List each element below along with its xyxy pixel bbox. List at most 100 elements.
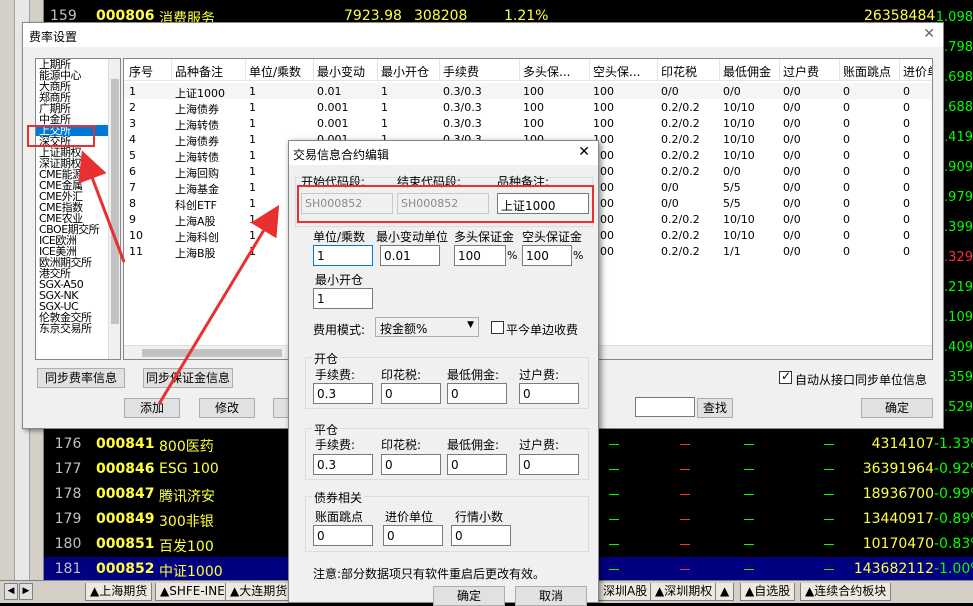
close-stamp-label: 印花税: [381,438,422,452]
quote-chg: -0.83% [934,536,973,552]
column-header[interactable]: 品种备注 [175,63,223,80]
column-separator[interactable] [171,59,172,81]
dash-placeholder [680,469,690,470]
column-header[interactable]: 最小变动 [317,63,365,80]
column-separator[interactable] [313,59,314,81]
price-unit-label: 进价单位 [385,510,434,524]
quote-decimals-input[interactable]: 0 [451,525,511,546]
auto-sync-checkbox[interactable] [779,369,792,384]
book-tick-input[interactable]: 0 [313,525,373,546]
column-separator[interactable] [245,59,246,81]
add-button[interactable]: 添加 [124,398,180,418]
table-cell: 1 [249,229,256,242]
column-header[interactable]: 进价单 [903,63,932,80]
table-cell: 0.01 [317,85,342,98]
column-separator[interactable] [377,59,378,81]
column-separator[interactable] [589,59,590,81]
column-header[interactable]: 最小开仓 [381,63,429,80]
price-unit-input[interactable]: 0 [383,525,443,546]
scrollbar-thumb[interactable] [111,79,119,324]
table-cell: 0 [843,213,850,226]
dash-placeholder [680,444,690,445]
column-separator[interactable] [519,59,520,81]
column-separator[interactable] [719,59,720,81]
tab-continuous[interactable]: ▲连续合约板块 [800,583,892,601]
tab-shfe-ine[interactable]: ▲SHFE-INE [155,583,230,601]
tab-scroll-right-icon[interactable]: ▶ [19,583,33,600]
open-stamp-input[interactable]: 0 [381,383,441,404]
tab-watchlist[interactable]: ▲自选股 [740,583,796,601]
column-header[interactable]: 空头保... [593,63,640,80]
quote-code: 000851 [96,536,155,552]
table-cell: 0 [903,245,910,258]
open-transfer-input[interactable]: 0 [519,383,579,404]
edit-cancel-button[interactable]: 取消 [515,586,587,606]
column-header[interactable]: 印花税 [661,63,697,80]
close-icon[interactable]: ✕ [923,26,935,42]
table-row[interactable]: 3 上海转债 1 0.001 1 0.3/0.3 100 100 0.2/0.2 10/10 0/0… [124,115,932,132]
edit-button[interactable]: 修改 [199,398,255,418]
edit-ok-button[interactable]: 确定 [433,586,505,606]
long-margin-input[interactable]: 100 [454,245,506,266]
tab-blank[interactable]: ▲ [715,583,735,601]
close-fee-input[interactable]: 0.3 [313,454,373,475]
close-icon[interactable]: ✕ [578,144,590,160]
table-cell: 9 [129,213,136,226]
fee-dialog-title: 费率设置 [29,30,78,44]
column-separator[interactable] [839,59,840,81]
tab-scroll-left-icon[interactable]: ◀ [4,583,18,600]
fee-table-header: 序号 品种备注 单位/乘数 最小变动 最小开仓 手续费 多头保... 空头保... 印花税 最低佣… [124,59,932,81]
quote-no: 177 [54,461,82,477]
table-cell: 0 [903,117,910,130]
unit-input[interactable]: 1 [313,245,373,266]
fee-dialog-titlebar[interactable]: 费率设置 ✕ [23,23,943,47]
column-separator[interactable] [657,59,658,81]
column-header[interactable]: 账面跳点 [843,63,891,80]
search-input[interactable] [635,397,695,417]
sync-fee-button[interactable]: 同步费率信息 [37,368,125,388]
dash-placeholder [824,569,834,570]
tab-shfe[interactable]: ▲上海期货 [85,583,153,601]
search-button[interactable]: 查找 [697,398,733,418]
column-header[interactable]: 过户费 [783,63,819,80]
open-min-comm-input[interactable]: 0 [447,383,507,404]
tab-sz-a[interactable]: 深圳A股 [598,583,653,601]
table-row[interactable]: 2 上海债券 1 0.001 1 0.3/0.3 100 100 0.2/0.2 10/10 0/0… [124,99,932,116]
column-header[interactable]: 单位/乘数 [249,63,301,80]
quote-no: 179 [54,511,82,527]
column-header[interactable]: 序号 [129,63,153,80]
edit-dialog-titlebar[interactable]: 交易信息合约编辑 ✕ [289,141,598,165]
column-header[interactable]: 手续费 [443,63,479,80]
auto-sync-label: 自动从接口同步单位信息 [795,373,928,387]
column-separator[interactable] [899,59,900,81]
column-separator[interactable] [439,59,440,81]
sync-margin-button[interactable]: 同步保证金信息 [143,368,233,388]
column-header[interactable]: 多头保... [523,63,570,80]
table-cell: 0.2/0.2 [661,149,700,162]
table-cell: 0/0 [723,165,741,178]
table-cell: 0 [903,133,910,146]
tab-sz-option[interactable]: ▲深圳期权 [650,583,718,601]
column-separator[interactable] [779,59,780,81]
table-cell: 0.2/0.2 [661,165,700,178]
fee-mode-select[interactable]: 按金额% ▼ [375,317,479,337]
tab-dce[interactable]: ▲大连期货 [225,583,293,601]
table-row[interactable]: 1 上证1000 1 0.01 1 0.3/0.3 100 100 0/0 0/0 0/0 0 0 [124,83,932,100]
min-open-input[interactable]: 1 [313,288,373,309]
close-stamp-input[interactable]: 0 [381,454,441,475]
column-header[interactable]: 最低佣金 [723,63,771,80]
quote-vol: 4314107 [871,436,934,452]
close-transfer-input[interactable]: 0 [519,454,579,475]
open-fee-input[interactable]: 0.3 [313,383,373,404]
scrollbar-thumb[interactable] [142,349,282,357]
short-margin-input[interactable]: 100 [522,245,572,266]
min-tick-input[interactable]: 0.01 [380,245,440,266]
close-min-comm-input[interactable]: 0 [447,454,507,475]
close-today-checkbox[interactable] [491,321,504,334]
table-cell: 0 [843,197,850,210]
fee-ok-button[interactable]: 确定 [861,398,933,418]
exchange-highlight-box [27,125,95,147]
exchange-list-scrollbar[interactable] [108,59,120,359]
exchange-list[interactable]: 上期所 能源中心 大商所 郑商所 广期所 中金所 上交所 深交所 上证期权 深证期权 CME能源 CM… [35,58,121,360]
quote-no: 178 [54,486,82,502]
